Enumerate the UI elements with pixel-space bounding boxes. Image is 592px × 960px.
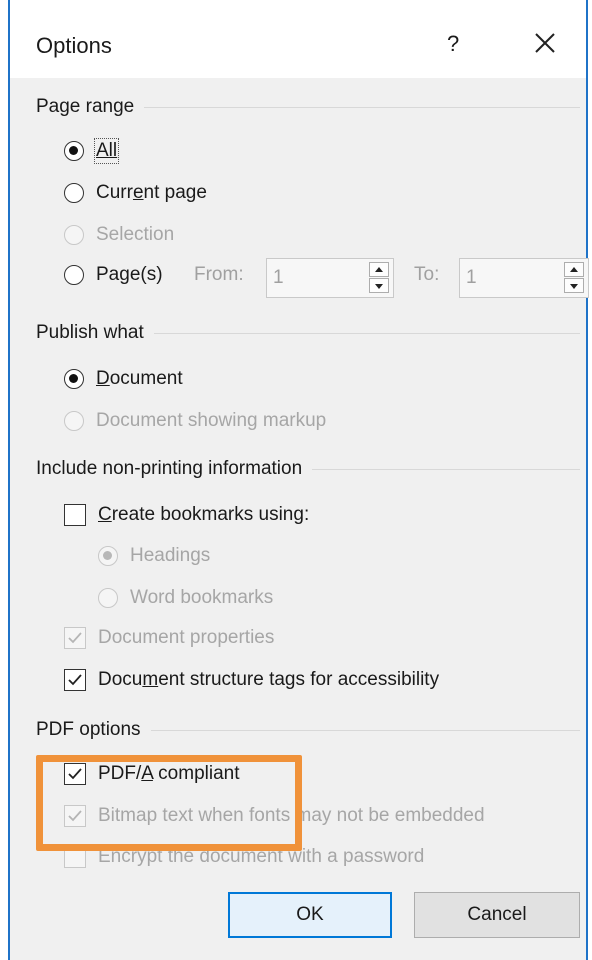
radio-word-bookmarks-label: Word bookmarks <box>130 587 274 608</box>
radio-button[interactable] <box>64 183 84 203</box>
checkbox-encrypt: Encrypt the document with a password <box>64 846 424 868</box>
radio-current-page-label: Current page <box>96 182 207 203</box>
radio-document-markup-label: Document showing markup <box>96 410 327 431</box>
from-label: From: <box>194 264 244 285</box>
checkbox <box>64 805 86 827</box>
radio-headings-label: Headings <box>130 545 211 566</box>
options-dialog: Options ? Page range All Current page Se… <box>8 0 589 960</box>
radio-button[interactable] <box>64 369 84 389</box>
spin-down-icon[interactable] <box>564 278 584 293</box>
radio-button[interactable] <box>64 141 84 161</box>
checkbox-bitmap-text: Bitmap text when fonts may not be embedd… <box>64 805 485 827</box>
checkmark-icon <box>68 674 82 686</box>
group-label: Publish what <box>36 322 144 343</box>
radio-selection: Selection <box>64 224 174 246</box>
dialog-title: Options <box>36 33 112 58</box>
group-non-printing: Include non-printing information <box>36 458 580 480</box>
from-spinner[interactable]: 1 <box>266 258 394 298</box>
checkbox <box>64 846 86 868</box>
cancel-button[interactable]: Cancel <box>414 892 580 938</box>
radio-document[interactable]: Document <box>64 368 183 390</box>
spin-down-icon[interactable] <box>369 278 389 293</box>
title-bar: Options ? <box>10 0 586 78</box>
from-value[interactable]: 1 <box>273 267 284 289</box>
group-pdf-options: PDF options <box>36 719 580 741</box>
radio-button[interactable] <box>64 265 84 285</box>
checkbox-pdfa[interactable]: PDF/A compliant <box>64 763 240 785</box>
ok-button[interactable]: OK <box>228 892 392 938</box>
checkbox <box>64 627 86 649</box>
checkbox-document-properties-label: Document properties <box>98 627 275 648</box>
group-label: PDF options <box>36 719 141 740</box>
radio-pages[interactable]: Page(s) <box>64 264 163 286</box>
help-button[interactable]: ? <box>447 31 459 57</box>
radio-document-label: Document <box>96 368 183 389</box>
checkbox-pdfa-label: PDF/A compliant <box>98 763 240 784</box>
radio-current-page[interactable]: Current page <box>64 182 207 204</box>
group-page-range: Page range <box>36 96 580 118</box>
group-publish-what: Publish what <box>36 322 580 344</box>
group-label: Page range <box>36 96 135 117</box>
group-label: Include non-printing information <box>36 458 303 479</box>
checkbox-create-bookmarks[interactable]: Create bookmarks using: <box>64 504 309 526</box>
radio-word-bookmarks: Word bookmarks <box>98 587 273 609</box>
radio-headings: Headings <box>98 545 210 567</box>
radio-pages-label: Page(s) <box>96 264 163 285</box>
spin-up-icon[interactable] <box>564 262 584 277</box>
radio-button <box>98 588 118 608</box>
checkbox-create-bookmarks-label: Create bookmarks using: <box>98 504 310 525</box>
spin-up-icon[interactable] <box>369 262 389 277</box>
to-value[interactable]: 1 <box>466 267 477 289</box>
checkbox[interactable] <box>64 669 86 691</box>
radio-document-markup: Document showing markup <box>64 410 326 432</box>
to-label: To: <box>414 264 440 285</box>
checkbox[interactable] <box>64 504 86 526</box>
radio-all[interactable]: All <box>64 138 120 164</box>
checkbox-document-properties: Document properties <box>64 627 274 649</box>
checkbox-bitmap-text-label: Bitmap text when fonts may not be embedd… <box>98 805 485 826</box>
checkbox-structure-tags[interactable]: Document structure tags for accessibilit… <box>64 669 439 691</box>
radio-button <box>64 225 84 245</box>
checkbox[interactable] <box>64 763 86 785</box>
checkmark-icon <box>68 632 82 644</box>
radio-button <box>98 546 118 566</box>
radio-selection-label: Selection <box>96 224 175 245</box>
checkbox-encrypt-label: Encrypt the document with a password <box>98 846 425 867</box>
checkmark-icon <box>68 768 82 780</box>
checkbox-structure-tags-label: Document structure tags for accessibilit… <box>98 669 440 690</box>
to-spinner[interactable]: 1 <box>459 258 589 298</box>
radio-all-label: All <box>93 138 120 164</box>
checkmark-icon <box>68 810 82 822</box>
radio-button <box>64 411 84 431</box>
close-icon[interactable] <box>530 28 560 58</box>
